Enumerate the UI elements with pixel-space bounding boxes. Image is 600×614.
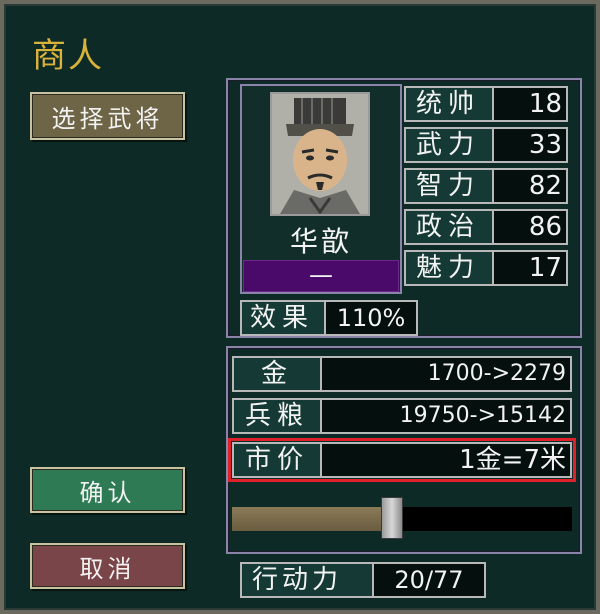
- action-points-row: 行动力 20/77: [240, 562, 486, 598]
- stat-row-intelligence: 智力 82: [404, 168, 568, 204]
- gold-row: 金 1700->2279: [232, 356, 572, 392]
- action-points-label: 行动力: [240, 562, 374, 598]
- stat-row-politics: 政治 86: [404, 209, 568, 245]
- stat-label: 武力: [404, 127, 494, 163]
- cancel-button[interactable]: 取消: [30, 543, 185, 589]
- stat-row-leadership: 统帅 18: [404, 86, 568, 122]
- slider-handle[interactable]: [381, 497, 403, 539]
- general-portrait-image: [272, 94, 368, 214]
- confirm-button[interactable]: 确认: [30, 467, 185, 513]
- general-tag: —: [243, 260, 399, 292]
- stat-value: 33: [494, 127, 568, 163]
- stat-label: 政治: [404, 209, 494, 245]
- stat-label: 智力: [404, 168, 494, 204]
- stat-value: 17: [494, 250, 568, 286]
- stat-row-strength: 武力 33: [404, 127, 568, 163]
- effect-row: 效果 110%: [240, 300, 418, 336]
- stat-label: 统帅: [404, 86, 494, 122]
- stat-value: 82: [494, 168, 568, 204]
- stat-value: 18: [494, 86, 568, 122]
- effect-value: 110%: [326, 300, 418, 336]
- effect-label: 效果: [240, 300, 326, 336]
- general-name: 华歆: [289, 225, 352, 258]
- price-highlight-box: [228, 438, 576, 482]
- food-value: 19750->15142: [322, 398, 572, 434]
- gold-value: 1700->2279: [322, 356, 572, 392]
- stat-label: 魅力: [404, 250, 494, 286]
- food-label: 兵粮: [232, 398, 322, 434]
- general-portrait: [270, 92, 370, 216]
- action-points-value: 20/77: [374, 562, 486, 598]
- food-row: 兵粮 19750->15142: [232, 398, 572, 434]
- stat-value: 86: [494, 209, 568, 245]
- window-title: 商人: [32, 36, 104, 76]
- select-general-button[interactable]: 选择武将: [30, 92, 185, 140]
- slider-fill: [232, 507, 392, 531]
- stat-row-charisma: 魅力 17: [404, 250, 568, 286]
- gold-label: 金: [232, 356, 322, 392]
